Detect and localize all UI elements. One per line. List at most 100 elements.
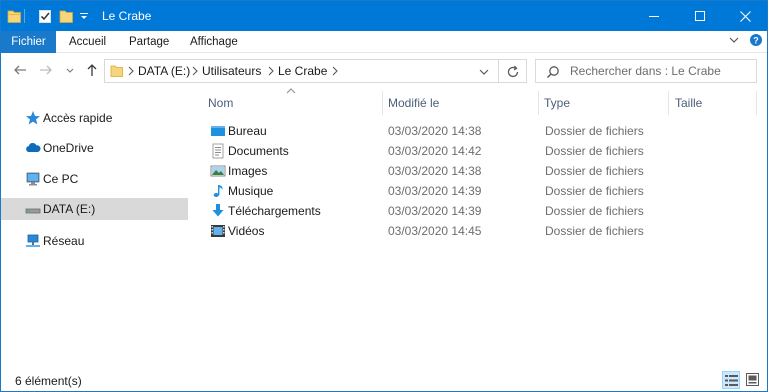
column-header-modifie-le[interactable]: Modifié le bbox=[388, 91, 439, 115]
star-icon bbox=[25, 110, 41, 126]
refresh-icon bbox=[507, 65, 519, 78]
sidebar-item-reseau[interactable]: Réseau bbox=[1, 230, 188, 252]
large-icons-view-icon bbox=[746, 373, 759, 386]
sidebar-item-label: Accès rapide bbox=[43, 111, 113, 125]
sidebar-item-onedrive[interactable]: OneDrive bbox=[1, 137, 188, 159]
file-modified: 03/03/2020 14:38 bbox=[388, 164, 482, 178]
details-view-icon bbox=[725, 375, 738, 386]
file-name: Documents bbox=[228, 144, 289, 158]
music-folder-icon bbox=[210, 183, 226, 199]
file-name: Bureau bbox=[228, 124, 267, 138]
file-type: Dossier de fichiers bbox=[545, 224, 644, 238]
desktop-folder-icon bbox=[210, 123, 226, 139]
file-type: Dossier de fichiers bbox=[545, 184, 644, 198]
svg-text:?: ? bbox=[753, 36, 759, 46]
file-modified: 03/03/2020 14:38 bbox=[388, 124, 482, 138]
file-type: Dossier de fichiers bbox=[545, 124, 644, 138]
column-divider[interactable] bbox=[382, 91, 383, 115]
address-bar[interactable]: DATA (E:) Utilisateurs Le Crabe bbox=[104, 59, 499, 83]
sort-ascending-icon bbox=[286, 86, 296, 96]
column-header-type[interactable]: Type bbox=[544, 91, 570, 115]
sidebar-item-label: OneDrive bbox=[43, 141, 94, 155]
tab-partage[interactable]: Partage bbox=[129, 31, 169, 53]
column-divider[interactable] bbox=[668, 91, 669, 115]
tab-affichage[interactable]: Affichage bbox=[190, 31, 238, 53]
breadcrumb-separator-icon bbox=[127, 65, 135, 79]
documents-folder-icon bbox=[210, 143, 226, 159]
back-arrow-icon[interactable] bbox=[13, 63, 27, 80]
file-name: Téléchargements bbox=[228, 204, 321, 218]
file-name: Musique bbox=[228, 184, 274, 198]
toolbar-separator bbox=[24, 9, 25, 23]
help-icon[interactable]: ? bbox=[749, 33, 763, 50]
network-icon bbox=[25, 233, 41, 249]
table-row[interactable]: Bureau 03/03/2020 14:38 Dossier de fichi… bbox=[208, 121, 768, 141]
minimize-icon bbox=[649, 16, 659, 17]
recent-locations-chevron-icon[interactable] bbox=[65, 65, 75, 79]
forward-arrow-icon[interactable] bbox=[39, 63, 53, 80]
search-icon bbox=[546, 66, 559, 79]
maximize-button[interactable] bbox=[677, 1, 723, 31]
up-arrow-icon[interactable] bbox=[85, 63, 99, 80]
pictures-folder-icon bbox=[210, 163, 226, 179]
large-icons-view-button[interactable] bbox=[744, 371, 762, 389]
file-list: Nom Modifié le Type Taille Bureau 03/03/… bbox=[189, 86, 768, 369]
navigation-bar: DATA (E:) Utilisateurs Le Crabe bbox=[1, 54, 767, 89]
close-icon bbox=[739, 10, 751, 22]
search-input[interactable] bbox=[570, 63, 750, 79]
window-title: Le Crabe bbox=[102, 9, 152, 23]
file-modified: 03/03/2020 14:39 bbox=[388, 204, 482, 218]
tab-fichier[interactable]: Fichier bbox=[1, 31, 56, 53]
search-box[interactable] bbox=[535, 59, 757, 83]
tab-accueil[interactable]: Accueil bbox=[69, 31, 106, 53]
column-divider[interactable] bbox=[756, 91, 757, 115]
explorer-window: Le Crabe Fichier Accueil Partage Afficha… bbox=[0, 0, 768, 392]
location-folder-icon bbox=[110, 64, 124, 81]
file-modified: 03/03/2020 14:39 bbox=[388, 184, 482, 198]
breadcrumb-le-crabe[interactable]: Le Crabe bbox=[278, 64, 327, 78]
table-row[interactable]: Vidéos 03/03/2020 14:45 Dossier de fichi… bbox=[208, 221, 768, 241]
table-row[interactable]: Téléchargements 03/03/2020 14:39 Dossier… bbox=[208, 201, 768, 221]
file-type: Dossier de fichiers bbox=[545, 144, 644, 158]
properties-check-icon[interactable] bbox=[38, 8, 52, 24]
sidebar-item-data-e[interactable]: DATA (E:) bbox=[1, 198, 188, 220]
file-modified: 03/03/2020 14:45 bbox=[388, 224, 482, 238]
ribbon-tabs: Fichier Accueil Partage Affichage ? bbox=[1, 31, 767, 53]
column-header-nom[interactable]: Nom bbox=[208, 91, 233, 115]
file-name: Images bbox=[228, 164, 268, 178]
computer-icon bbox=[25, 171, 41, 187]
breadcrumb-separator-icon bbox=[191, 65, 199, 79]
close-button[interactable] bbox=[722, 1, 768, 31]
table-row[interactable]: Images 03/03/2020 14:38 Dossier de fichi… bbox=[208, 161, 768, 181]
item-count: 6 élément(s) bbox=[15, 374, 82, 388]
sidebar-item-label: Réseau bbox=[43, 234, 85, 248]
title-bar: Le Crabe bbox=[1, 1, 767, 31]
sidebar-item-label: DATA (E:) bbox=[43, 202, 96, 216]
new-folder-icon[interactable] bbox=[59, 8, 73, 24]
address-history-chevron-icon[interactable] bbox=[478, 66, 490, 80]
breadcrumb-utilisateurs[interactable]: Utilisateurs bbox=[202, 64, 261, 78]
details-view-button[interactable] bbox=[722, 371, 740, 389]
breadcrumb-separator-icon bbox=[331, 65, 339, 79]
table-row[interactable]: Musique 03/03/2020 14:39 Dossier de fich… bbox=[208, 181, 768, 201]
table-row[interactable]: Documents 03/03/2020 14:42 Dossier de fi… bbox=[208, 141, 768, 161]
breadcrumb-data-e[interactable]: DATA (E:) bbox=[138, 64, 190, 78]
minimize-button[interactable] bbox=[631, 1, 677, 31]
status-bar: 6 élément(s) bbox=[1, 369, 767, 391]
column-divider[interactable] bbox=[538, 91, 539, 115]
navigation-pane: Accès rapide OneDrive Ce PC DATA (E:) Ré… bbox=[1, 89, 188, 369]
customize-dropdown-icon[interactable] bbox=[80, 11, 88, 27]
sidebar-item-acces-rapide[interactable]: Accès rapide bbox=[1, 107, 188, 129]
expand-ribbon-chevron-icon[interactable] bbox=[728, 34, 740, 49]
videos-folder-icon bbox=[210, 223, 226, 239]
file-name: Vidéos bbox=[228, 224, 265, 238]
maximize-icon bbox=[695, 11, 705, 21]
sidebar-item-ce-pc[interactable]: Ce PC bbox=[1, 168, 188, 190]
refresh-button[interactable] bbox=[499, 59, 527, 83]
file-type: Dossier de fichiers bbox=[545, 164, 644, 178]
folder-icon[interactable] bbox=[7, 8, 21, 24]
downloads-folder-icon bbox=[210, 203, 226, 219]
column-header-taille[interactable]: Taille bbox=[675, 91, 702, 115]
breadcrumb-separator-icon bbox=[267, 65, 275, 79]
drive-icon bbox=[25, 201, 41, 217]
